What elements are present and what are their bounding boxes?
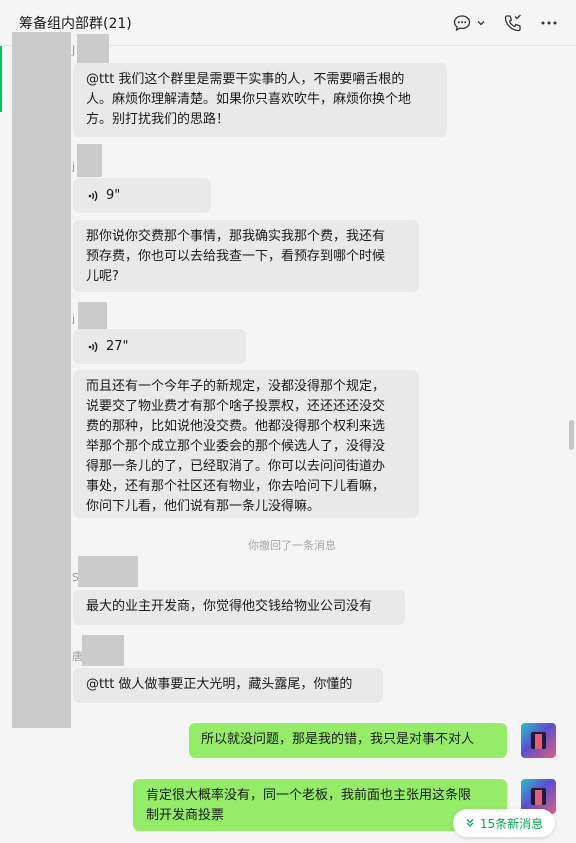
- chevron-down-icon: [477, 21, 485, 26]
- voice-duration: 27": [106, 338, 129, 354]
- message-bubble[interactable]: 而且还有一个今年子的新规定，没都没得那个规定， 说要交了物业费才有那个啥子投票权…: [73, 370, 419, 518]
- more-button[interactable]: [540, 12, 558, 34]
- message-line: 人。麻烦你理解清楚。如果你只喜欢吹牛，麻烦你换个地: [86, 92, 412, 107]
- voice-message[interactable]: 27": [73, 329, 246, 364]
- message-line: 那你说你交费那个事情，那我确实我那个费，我还有: [86, 229, 386, 244]
- message-line: @ttt 做人做事要正大光明，藏头露尾，你懂的: [86, 677, 353, 692]
- message-line: 方。别打扰我们的思路！: [86, 112, 230, 127]
- message-line: 费的那种，比如说他没交费。他都没得那个权利来选: [86, 419, 386, 434]
- sender-name: J: [72, 44, 76, 57]
- message-line: 制开发商投票: [146, 808, 225, 823]
- chat-title: 筹备组内部群(21): [19, 16, 132, 32]
- message-line: 最大的业主开发商，你觉得他交钱给物业公司没有: [86, 599, 373, 614]
- voice-duration: 9": [106, 187, 121, 203]
- message-bubble[interactable]: 那你说你交费那个事情，那我确实我那个费，我还有 预存费，你也可以去给我查一下，看…: [73, 220, 419, 292]
- avatar-logo-detail: [535, 790, 542, 805]
- message-line: 你问下儿看，他们说有那一条儿没得嘛。: [86, 499, 321, 514]
- new-messages-button[interactable]: 15条新消息: [453, 809, 555, 837]
- new-messages-label: 15条新消息: [479, 816, 544, 831]
- message-line: @ttt 我们这个群里是需要干实事的人，不需要嚼舌根的: [86, 72, 405, 87]
- redacted-sender-name: [77, 34, 109, 64]
- sender-name: j: [72, 312, 76, 325]
- message-line: 所以就没问题，那是我的错，我只是对事不对人: [201, 732, 475, 747]
- call-button[interactable]: [503, 12, 523, 34]
- message-line: 举那个那个成立那个业委会的那个候选人了，没得没: [86, 439, 386, 454]
- message-line: 儿呢?: [86, 269, 119, 284]
- my-message-bubble[interactable]: 肯定很大概率没有，同一个老板，我前面也主张用这条限 制开发商投票: [133, 779, 507, 831]
- recall-notice: 你撤回了一条消息: [248, 539, 336, 552]
- my-avatar[interactable]: [521, 723, 556, 758]
- more-icon: [541, 21, 557, 25]
- redacted-sender-name: [78, 556, 138, 587]
- voice-icon: [88, 190, 98, 201]
- voice-message[interactable]: 9": [73, 178, 211, 213]
- redacted-avatars: [12, 32, 71, 728]
- message-bubble[interactable]: 最大的业主开发商，你觉得他交钱给物业公司没有: [73, 590, 405, 625]
- message-line: 肯定很大概率没有，同一个老板，我前面也主张用这条限: [146, 788, 472, 803]
- chat-history-icon: [453, 15, 471, 32]
- message-bubble[interactable]: @ttt 我们这个群里是需要干实事的人，不需要嚼舌根的 人。麻烦你理解清楚。如果…: [73, 63, 447, 137]
- my-message-bubble[interactable]: 所以就没问题，那是我的错，我只是对事不对人: [189, 723, 507, 758]
- call-icon: [504, 14, 521, 32]
- selection-accent: [0, 46, 2, 112]
- message-line: 得那一条儿的了，已经取消了。你可以去问问街道办: [86, 459, 386, 474]
- message-line: 预存费，你也可以去给我查一下，看预存到哪个时候: [86, 249, 386, 264]
- message-line: 事处，还有那个社区还有物业，你去哈问下儿看嘛，: [86, 479, 386, 494]
- redacted-sender-name: [77, 144, 102, 177]
- message-line: 而且还有一个今年子的新规定，没都没得那个规定，: [86, 379, 386, 394]
- redacted-sender-name: [78, 302, 107, 329]
- voice-icon: [88, 341, 98, 352]
- sender-name: j: [72, 160, 76, 173]
- double-chevron-down-icon: [466, 819, 474, 827]
- message-bubble[interactable]: @ttt 做人做事要正大光明，藏头露尾，你懂的: [73, 668, 383, 703]
- scrollbar-thumb[interactable]: [569, 420, 574, 450]
- avatar-logo-detail: [535, 734, 542, 749]
- chat-history-button[interactable]: [453, 12, 487, 34]
- redacted-sender-name: [82, 635, 124, 666]
- message-line: 说要交了物业费才有那个啥子投票权，还还还还没交: [86, 399, 386, 414]
